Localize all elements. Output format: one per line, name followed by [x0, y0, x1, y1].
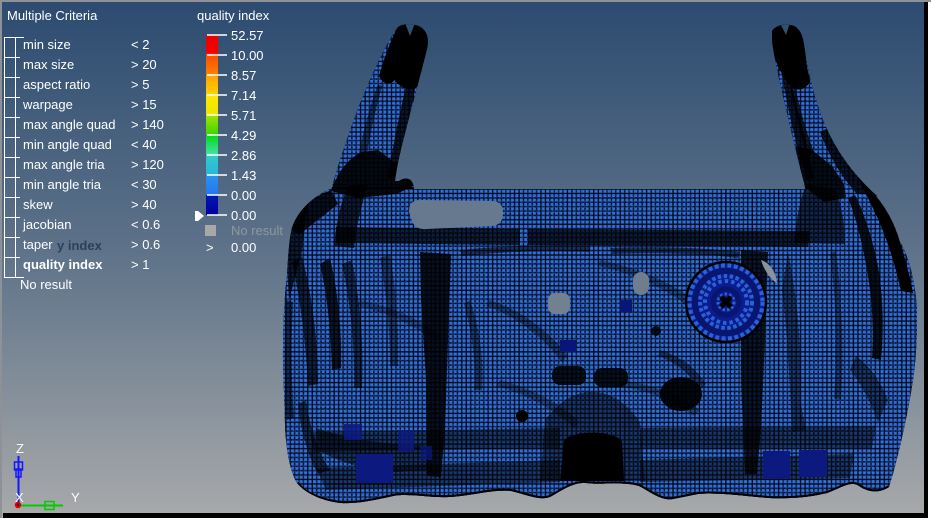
- svg-text:aspect ratio: aspect ratio: [23, 77, 90, 92]
- svg-text:max angle tria: max angle tria: [23, 157, 105, 172]
- svg-text:min angle quad: min angle quad: [23, 137, 112, 152]
- svg-text:Y: Y: [71, 490, 80, 505]
- svg-text:max size: max size: [23, 57, 74, 72]
- svg-text:warpage: warpage: [22, 97, 73, 112]
- svg-text:>: >: [206, 240, 214, 255]
- svg-text:No result: No result: [20, 277, 72, 292]
- svg-text:No result: No result: [231, 223, 283, 238]
- svg-text:> 0.6: > 0.6: [131, 237, 160, 252]
- svg-text:> 40: > 40: [131, 197, 157, 212]
- svg-text:2.86: 2.86: [231, 148, 256, 163]
- svg-text:0.00: 0.00: [231, 188, 256, 203]
- svg-text:quality index: quality index: [23, 257, 103, 272]
- svg-text:Z: Z: [16, 441, 24, 456]
- svg-text:52.57: 52.57: [231, 28, 264, 43]
- svg-text:< 30: < 30: [131, 177, 157, 192]
- svg-text:< 40: < 40: [131, 137, 157, 152]
- svg-text:5.71: 5.71: [231, 108, 256, 123]
- svg-text:jacobian: jacobian: [22, 217, 71, 232]
- svg-text:min size: min size: [23, 37, 71, 52]
- svg-text:< 2: < 2: [131, 37, 149, 52]
- svg-text:quality index: quality index: [197, 8, 270, 23]
- svg-text:< 0.6: < 0.6: [131, 217, 160, 232]
- svg-text:> 120: > 120: [131, 157, 164, 172]
- svg-text:min angle tria: min angle tria: [23, 177, 102, 192]
- svg-text:Multiple Criteria: Multiple Criteria: [7, 8, 98, 23]
- svg-text:taper: taper: [23, 237, 53, 252]
- svg-text:0.00: 0.00: [231, 240, 256, 255]
- svg-text:skew: skew: [23, 197, 53, 212]
- svg-text:X: X: [15, 490, 24, 505]
- svg-text:8.57: 8.57: [231, 68, 256, 83]
- svg-text:1.43: 1.43: [231, 168, 256, 183]
- svg-text:> 5: > 5: [131, 77, 149, 92]
- svg-text:> 140: > 140: [131, 117, 164, 132]
- svg-text:max angle quad: max angle quad: [23, 117, 116, 132]
- svg-text:10.00: 10.00: [231, 48, 264, 63]
- svg-text:0.00: 0.00: [231, 208, 256, 223]
- svg-text:> 20: > 20: [131, 57, 157, 72]
- svg-text:> 1: > 1: [131, 257, 149, 272]
- svg-text:4.29: 4.29: [231, 128, 256, 143]
- svg-text:> 15: > 15: [131, 97, 157, 112]
- svg-text:y index: y index: [57, 238, 103, 253]
- svg-text:7.14: 7.14: [231, 88, 256, 103]
